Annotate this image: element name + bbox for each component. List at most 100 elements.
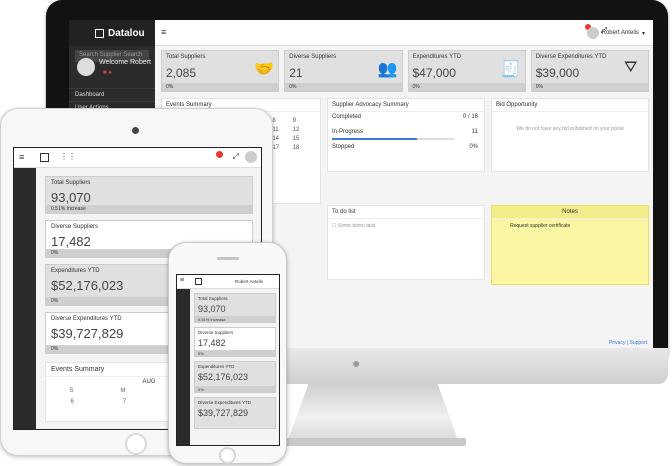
card-expenditures[interactable]: Expenditures YTD $47,000 🧾 0% (407, 50, 526, 92)
phone-device: ≡ Robert Antelis Total Suppliers 93,070 … (168, 242, 287, 464)
phone-card-total-suppliers[interactable]: Total Suppliers 93,070 0.51% increase (194, 293, 276, 323)
phone-screen: ≡ Robert Antelis Total Suppliers 93,070 … (176, 274, 280, 446)
advocacy-row-in-progress: In-Progress 11 (328, 127, 484, 142)
calendar-day[interactable]: 11 (272, 127, 289, 133)
menu-icon[interactable]: ≡ (161, 27, 166, 37)
user-avatar[interactable] (245, 151, 257, 163)
card-foot: 0% (195, 386, 275, 392)
status-icons: ■ ● (103, 70, 112, 76)
calendar-day[interactable]: 17 (272, 145, 289, 151)
phone-card-expenditures[interactable]: Expenditures YTD $52,176,023 0% (194, 361, 276, 393)
funnel-dollar-icon: ⛛ (624, 59, 638, 76)
card-diverse-expenditures[interactable]: Diverse Expenditures YTD $39,000 ⛛ 0% (530, 50, 649, 92)
row-label: Stopped (332, 144, 355, 150)
desktop-summary-cards: Total Suppliers 2,085 🤝 0% Diverse Suppl… (161, 50, 649, 92)
invoice-icon: 🧾 (500, 61, 521, 78)
card-label: Diverse Suppliers (198, 330, 234, 335)
row-label: Completed (332, 114, 362, 120)
grid-icon[interactable]: ⋮⋮ (60, 152, 76, 161)
weekday: S (69, 388, 74, 394)
card-value: $52,176,023 (198, 372, 249, 382)
row-label: In-Progress (332, 129, 364, 135)
bid-empty-text: We do not have any bid published on your… (516, 126, 624, 132)
card-value: $39,727,829 (198, 408, 249, 418)
tablet-sidebar (14, 168, 36, 429)
users-icon: 👥 (377, 61, 398, 78)
card-value: 93,070 (51, 190, 91, 205)
calendar-day[interactable]: 15 (293, 136, 310, 142)
notes-title: Notes (492, 206, 648, 219)
advocacy-title: Supplier Advocacy Summary (328, 99, 484, 112)
todo-item-text: Some demo task (337, 223, 376, 229)
row-value: 0% (469, 144, 478, 150)
handshake-icon: 🤝 (254, 61, 275, 78)
expand-icon[interactable]: ⤢ (233, 152, 239, 162)
card-value: 93,070 (198, 304, 226, 314)
advocacy-row-stopped: Stopped 0% (328, 142, 484, 157)
camera-icon (132, 127, 139, 134)
home-button[interactable] (125, 433, 147, 455)
user-menu[interactable]: Robert Antelis ▾ (586, 27, 645, 39)
desktop-topbar: ≡ ⤢ Robert Antelis ▾ (155, 20, 653, 46)
phone-card-diverse-suppliers[interactable]: Diverse Suppliers 17,482 0% (194, 327, 276, 357)
brand-name: Datalou (108, 27, 145, 39)
card-foot: 0% (195, 350, 275, 356)
sidebar-item-dashboard[interactable]: Dashboard (69, 88, 155, 101)
calendar-day[interactable]: 18 (293, 145, 310, 151)
menu-icon[interactable]: ≡ (180, 277, 184, 284)
card-foot: 0% (162, 83, 279, 91)
user-avatar (586, 27, 599, 39)
calendar-day[interactable]: 12 (293, 127, 310, 133)
card-foot: 0.51% increase (195, 316, 275, 322)
user-name[interactable]: Robert Antelis (235, 279, 263, 284)
progress-fill (332, 138, 418, 140)
phone-card-diverse-expenditures[interactable]: Diverse Expenditures YTD $39,727,829 (194, 397, 276, 429)
calendar-day[interactable]: 6 (70, 399, 73, 405)
card-label: Diverse Suppliers (51, 224, 99, 230)
footer-links[interactable]: Privacy | Support (609, 340, 647, 346)
tablet-card-total-suppliers[interactable]: Total Suppliers 93,070 0.51% Increase (45, 176, 253, 214)
menu-icon[interactable]: ≡ (19, 152, 24, 162)
brand[interactable]: Datalou (69, 20, 155, 46)
avatar[interactable] (77, 58, 95, 76)
advocacy-panel: Supplier Advocacy Summary Completed 0 / … (327, 98, 485, 172)
phone-topbar: ≡ Robert Antelis (177, 275, 279, 289)
calendar-day[interactable]: 9 (293, 118, 310, 124)
card-foot: 0.51% Increase (46, 205, 252, 213)
apple-logo-icon: ● (352, 355, 361, 371)
calendar-day[interactable]: 14 (272, 136, 289, 142)
card-foot: 0% (408, 83, 525, 91)
calendar-day[interactable]: 8 (272, 118, 289, 124)
weekday: M (120, 388, 126, 394)
advocacy-row-completed: Completed 0 / 16 (328, 112, 484, 127)
card-diverse-suppliers[interactable]: Diverse Suppliers 21 👥 0% (284, 50, 403, 92)
card-foot: 0% (531, 83, 648, 91)
speaker-grille (217, 257, 239, 260)
welcome-text: Welcome Robert (99, 59, 152, 66)
card-label: Total Suppliers (51, 180, 91, 186)
chevron-down-icon: ▾ (641, 30, 645, 37)
phone-sidebar (177, 289, 190, 445)
monitor-stand-foot (280, 438, 466, 446)
card-label: Total Suppliers (198, 296, 228, 301)
todo-item[interactable]: ☐ Some demo task (328, 219, 484, 233)
progress-bar (332, 138, 454, 140)
user-name: Robert Antelis (601, 30, 639, 36)
row-value: 11 (471, 129, 478, 135)
card-label: Diverse Expenditures YTD (198, 400, 251, 405)
calendar-day[interactable]: 7 (123, 399, 126, 405)
note-item[interactable]: Request supplier certificate (492, 219, 648, 233)
bid-title: Bid Opportunity (492, 99, 648, 112)
monitor-stand (288, 384, 458, 440)
card-label: Expenditures YTD (198, 364, 235, 369)
todo-panel: To do list ☐ Some demo task (327, 205, 485, 280)
todo-title: To do list (328, 206, 484, 219)
brand-logo-icon (195, 278, 202, 285)
brand-logo-icon (95, 28, 104, 38)
home-button[interactable] (219, 447, 236, 464)
brand-logo-icon (40, 153, 49, 162)
tablet-topbar: ≡ ⋮⋮ ⤢ (14, 148, 261, 168)
row-value: 0 / 16 (462, 114, 478, 120)
card-total-suppliers[interactable]: Total Suppliers 2,085 🤝 0% (161, 50, 280, 92)
notification-badge[interactable] (216, 151, 223, 158)
